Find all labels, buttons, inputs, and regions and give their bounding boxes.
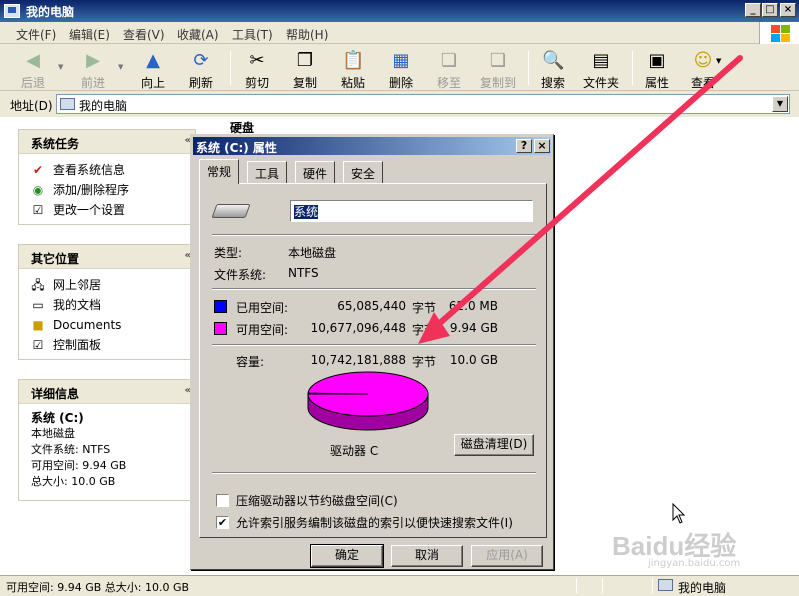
mouse-cursor-icon	[672, 503, 686, 524]
tab-general[interactable]: 常规	[199, 159, 240, 184]
arrow-shaft	[429, 55, 743, 333]
watermark-url: jingyan.baidu.com	[648, 558, 741, 569]
